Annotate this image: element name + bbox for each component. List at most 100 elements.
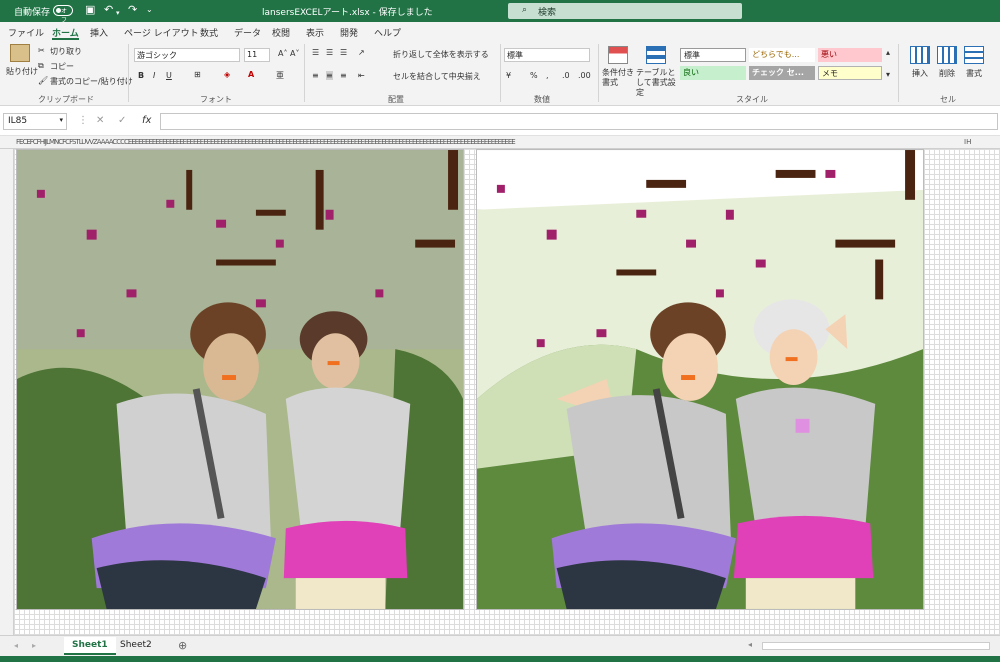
tab-formulas[interactable]: 数式 xyxy=(200,26,218,39)
format-painter-icon[interactable]: 🖌 xyxy=(38,76,48,85)
bold-icon[interactable]: B xyxy=(138,71,144,80)
style-note[interactable]: メモ xyxy=(818,66,882,80)
ribbon-separator xyxy=(598,44,599,102)
merge-center-button[interactable]: セルを結合して中央揃え xyxy=(393,71,481,82)
sheet-tab-2[interactable]: Sheet2 xyxy=(112,637,160,655)
pixel-art-right-image xyxy=(477,150,923,609)
align-right-icon[interactable]: ≡ xyxy=(340,71,347,80)
fill-color-icon[interactable]: ◈ xyxy=(224,70,230,79)
tab-insert[interactable]: 挿入 xyxy=(90,26,108,39)
tab-view[interactable]: 表示 xyxy=(306,26,324,39)
ribbon: 貼り付け ✂ 切り取り ⧉ コピー 🖌 書式のコピー/貼り付け クリップボード … xyxy=(0,40,1000,106)
insert-function-icon[interactable]: fx xyxy=(142,115,151,126)
search-icon: ⌕ xyxy=(522,5,528,15)
name-box[interactable]: IL85 ▾ xyxy=(3,113,67,130)
styles-more-icon[interactable]: ▾ xyxy=(886,70,890,79)
delete-cells-button[interactable]: 削除 xyxy=(939,68,955,79)
insert-cells-icon[interactable] xyxy=(910,46,930,64)
tab-developer[interactable]: 開発 xyxy=(340,26,358,39)
decrease-font-icon[interactable]: A˅ xyxy=(290,49,299,58)
paste-button[interactable]: 貼り付け xyxy=(6,66,38,77)
align-bottom-icon[interactable]: ☰ xyxy=(340,48,347,57)
cancel-icon[interactable]: ✕ xyxy=(96,115,104,126)
save-icon[interactable]: ▣ xyxy=(85,4,95,16)
indent-icon[interactable]: ⇤ xyxy=(358,71,365,80)
font-size-select[interactable]: 11 xyxy=(244,48,270,62)
more-options-icon: ⋮ xyxy=(78,115,88,126)
style-bad[interactable]: 悪い xyxy=(818,48,882,62)
pixel-art-left-image xyxy=(17,150,463,609)
copy-button[interactable]: コピー xyxy=(50,61,74,72)
scroll-right-icon[interactable]: ▸ xyxy=(32,641,36,650)
wrap-text-button[interactable]: 折り返して全体を表示する xyxy=(393,49,489,60)
horizontal-scrollbar[interactable] xyxy=(762,642,990,650)
redo-icon[interactable]: ↷ xyxy=(128,4,137,16)
sheet-tab-1[interactable]: Sheet1 xyxy=(64,637,116,655)
group-styles: スタイル xyxy=(736,95,768,104)
autosave-toggle[interactable]: オフ xyxy=(53,5,73,24)
format-as-table-icon[interactable] xyxy=(646,46,666,64)
align-top-icon[interactable]: ☰ xyxy=(312,48,319,57)
format-as-table-button[interactable]: テーブルとして書式設定 xyxy=(636,68,678,98)
style-good[interactable]: 良い xyxy=(680,66,746,80)
ribbon-separator xyxy=(304,44,305,102)
tab-page-layout[interactable]: ページ レイアウト xyxy=(124,26,199,39)
pixel-art-right xyxy=(476,149,924,610)
format-cells-icon[interactable] xyxy=(964,46,984,64)
percent-icon[interactable]: % xyxy=(530,71,538,80)
paste-icon[interactable] xyxy=(10,44,30,62)
tab-file[interactable]: ファイル xyxy=(8,26,44,39)
font-color-icon[interactable]: A xyxy=(248,70,254,79)
italic-icon[interactable]: I xyxy=(153,71,155,80)
number-format-select[interactable]: 標準 xyxy=(504,48,590,62)
copy-icon[interactable]: ⧉ xyxy=(38,61,44,71)
tab-home[interactable]: ホーム xyxy=(52,26,79,40)
conditional-format-button[interactable]: 条件付き書式 xyxy=(602,68,634,88)
row-headers xyxy=(0,149,14,635)
ribbon-separator xyxy=(898,44,899,102)
add-sheet-icon[interactable]: ⊕ xyxy=(178,639,187,652)
ribbon-separator xyxy=(500,44,501,102)
currency-icon[interactable]: ¥ xyxy=(506,71,511,80)
undo-dropdown-icon[interactable]: ▾ xyxy=(116,7,120,19)
scroll-left-icon[interactable]: ◂ xyxy=(14,641,18,650)
tab-help[interactable]: ヘルプ xyxy=(374,26,401,39)
borders-icon[interactable]: ⊞ xyxy=(194,70,201,79)
column-header-labels: FECEFCFHIJLMNCFCFSTLUVVZAAAACCCCEEEEEEEE… xyxy=(16,138,516,146)
column-header-last[interactable]: IH xyxy=(962,138,982,146)
increase-decimal-icon[interactable]: .0 xyxy=(562,71,570,80)
column-headers: FECEFCFHIJLMNCFCFSTLUVVZAAAACCCCEEEEEEEE… xyxy=(0,136,1000,149)
tab-data[interactable]: データ xyxy=(234,26,261,39)
styles-scroll-up-icon[interactable]: ▴ xyxy=(886,48,890,57)
name-box-dropdown-icon[interactable]: ▾ xyxy=(59,116,63,124)
orientation-icon[interactable]: ↗ xyxy=(358,48,365,57)
undo-icon[interactable]: ↶ xyxy=(104,4,113,16)
insert-cells-button[interactable]: 挿入 xyxy=(912,68,928,79)
align-middle-icon[interactable]: ☰ xyxy=(326,48,333,57)
conditional-format-icon[interactable] xyxy=(608,46,628,64)
comma-icon[interactable]: , xyxy=(546,71,549,80)
align-center-icon[interactable]: ≡ xyxy=(326,71,333,80)
delete-cells-icon[interactable] xyxy=(937,46,957,64)
formula-input[interactable] xyxy=(160,113,998,130)
cut-icon[interactable]: ✂ xyxy=(38,46,45,55)
font-name-select[interactable]: 游ゴシック xyxy=(134,48,240,62)
search-box[interactable]: ⌕ 検索 xyxy=(508,3,742,19)
format-cells-button[interactable]: 書式 xyxy=(966,68,982,79)
style-normal[interactable]: 標準 xyxy=(680,48,746,62)
hscroll-left-icon[interactable]: ◂ xyxy=(748,640,752,649)
search-placeholder: 検索 xyxy=(538,8,557,18)
cut-button[interactable]: 切り取り xyxy=(50,46,82,57)
increase-font-icon[interactable]: A˄ xyxy=(278,49,287,58)
phonetic-icon[interactable]: 亜 xyxy=(276,70,284,81)
style-neutral[interactable]: どちらでも... xyxy=(749,48,815,62)
align-left-icon[interactable]: ≡ xyxy=(312,71,319,80)
style-check-cell[interactable]: チェック セ... xyxy=(749,66,815,80)
underline-icon[interactable]: U xyxy=(166,71,172,80)
formula-bar: IL85 ▾ ⋮ ✕ ✓ fx xyxy=(0,106,1000,136)
format-painter-button[interactable]: 書式のコピー/貼り付け xyxy=(50,76,133,87)
customize-toolbar-icon[interactable]: ⌄ xyxy=(146,4,153,16)
decrease-decimal-icon[interactable]: .00 xyxy=(578,71,591,80)
tab-review[interactable]: 校閲 xyxy=(272,26,290,39)
enter-icon[interactable]: ✓ xyxy=(118,115,126,126)
